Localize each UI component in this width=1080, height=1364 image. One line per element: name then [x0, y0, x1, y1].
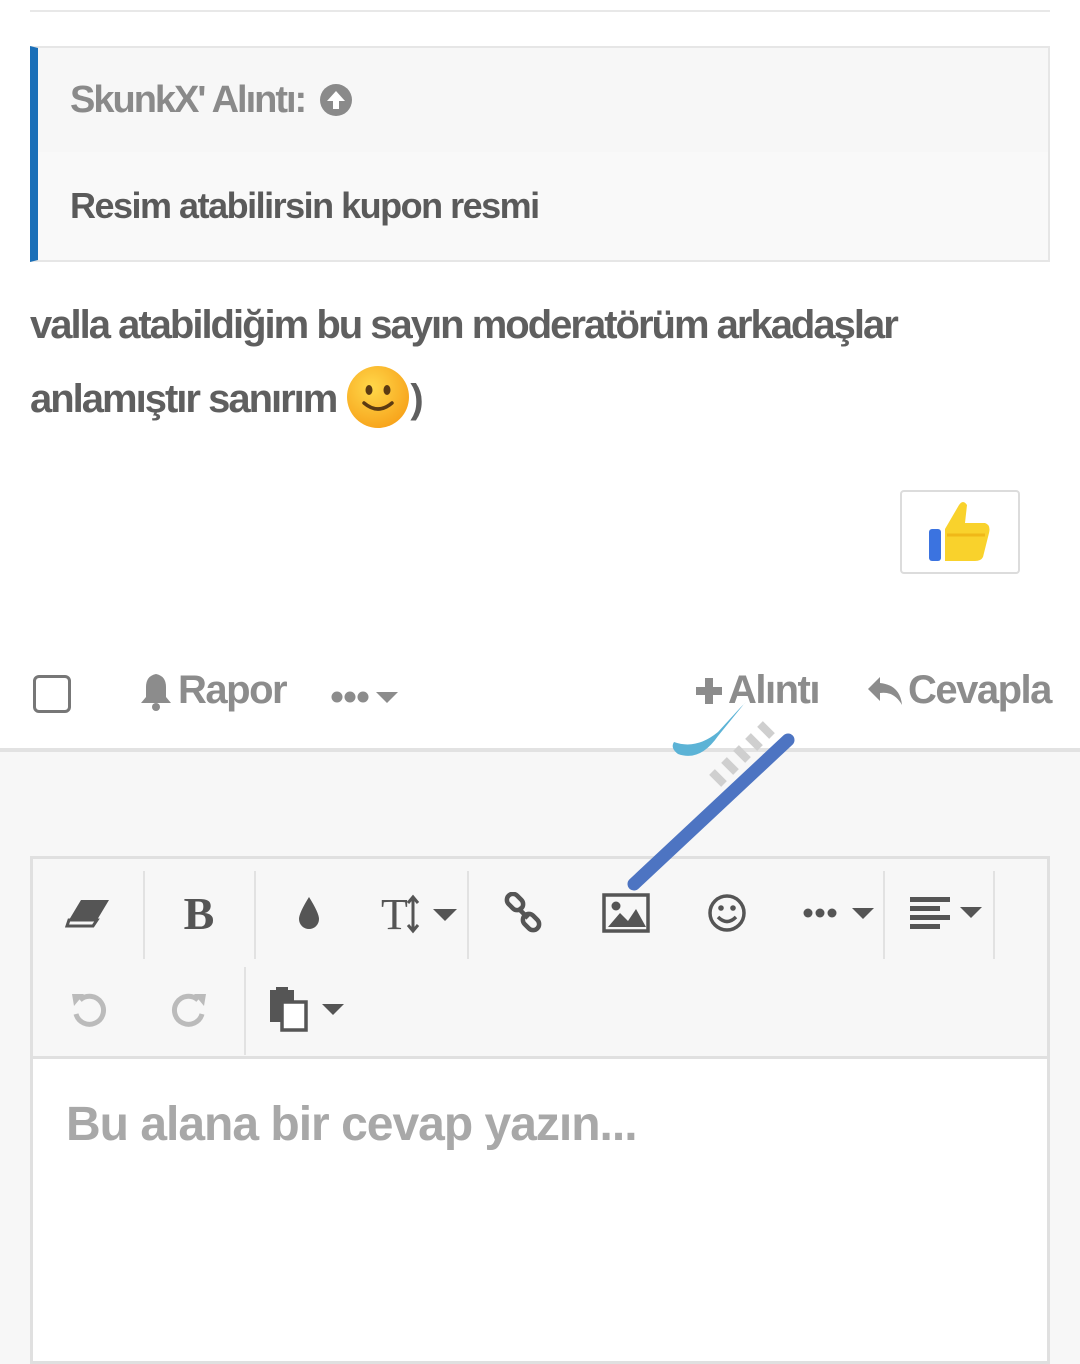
- more-dots-icon: [330, 678, 400, 723]
- reply-button[interactable]: Cevapla: [866, 668, 1052, 713]
- link-icon[interactable]: [473, 867, 573, 959]
- like-button[interactable]: [900, 490, 1020, 574]
- toolbar-separator: [883, 871, 885, 959]
- bold-icon[interactable]: B: [149, 867, 249, 959]
- quote-header: SkunkX' Alıntı:: [38, 48, 1048, 152]
- reply-label: Cevapla: [908, 668, 1052, 712]
- select-post-checkbox[interactable]: [33, 675, 71, 713]
- toothbrush-overlay-icon: [600, 680, 820, 910]
- toolbar-separator: [244, 967, 246, 1055]
- reply-placeholder: Bu alana bir cevap yazın...: [66, 1098, 638, 1151]
- color-drop-icon[interactable]: [259, 867, 359, 959]
- message-line-2-text: anlamıştır sanırım: [30, 377, 338, 421]
- message-line-1: valla atabildiğim bu sayın moderatörüm a…: [30, 303, 899, 347]
- arrow-up-circle-icon[interactable]: [319, 83, 353, 117]
- svg-text:T: T: [381, 891, 408, 935]
- message-line-2: anlamıştır sanırım): [30, 362, 1050, 436]
- text-size-dropdown[interactable]: T: [363, 867, 483, 959]
- post-actions-bar: Rapor Alıntı Cevapla: [0, 650, 1080, 740]
- bell-icon: [138, 671, 174, 711]
- toolbar-separator: [254, 871, 256, 959]
- quote-author: SkunkX' Alıntı:: [70, 78, 307, 121]
- redo-icon[interactable]: [139, 963, 239, 1055]
- top-divider: [30, 10, 1050, 12]
- align-dropdown[interactable]: [891, 867, 1001, 959]
- toolbar-separator: [467, 871, 469, 959]
- reply-text-area[interactable]: Bu alana bir cevap yazın...: [33, 1059, 1047, 1359]
- quote-text: Resim atabilirsin kupon resmi: [70, 185, 540, 226]
- reply-arrow-icon: [866, 675, 904, 707]
- quote-body: Resim atabilirsin kupon resmi: [38, 152, 1048, 260]
- more-options-dropdown[interactable]: [330, 678, 400, 723]
- message-trailing: ): [410, 377, 423, 421]
- toolbar-separator: [143, 871, 145, 959]
- svg-text:B: B: [184, 891, 215, 935]
- post-message: valla atabildiğim bu sayın moderatörüm a…: [30, 288, 1050, 436]
- reply-editor: B T Bu alana bir cevap yazın...: [30, 856, 1050, 1364]
- quote-block: SkunkX' Alıntı: Resim atabilirsin kupon …: [30, 46, 1050, 262]
- smiley-emoji-icon: [346, 365, 410, 429]
- eraser-icon[interactable]: [39, 867, 139, 959]
- report-label: Rapor: [178, 668, 288, 712]
- undo-icon[interactable]: [39, 963, 139, 1055]
- toolbar-separator: [993, 871, 995, 959]
- paste-dropdown[interactable]: [253, 963, 363, 1055]
- editor-toolbar: B T: [33, 859, 1047, 1059]
- report-button[interactable]: Rapor: [138, 668, 288, 713]
- thumbs-up-icon: [925, 495, 995, 570]
